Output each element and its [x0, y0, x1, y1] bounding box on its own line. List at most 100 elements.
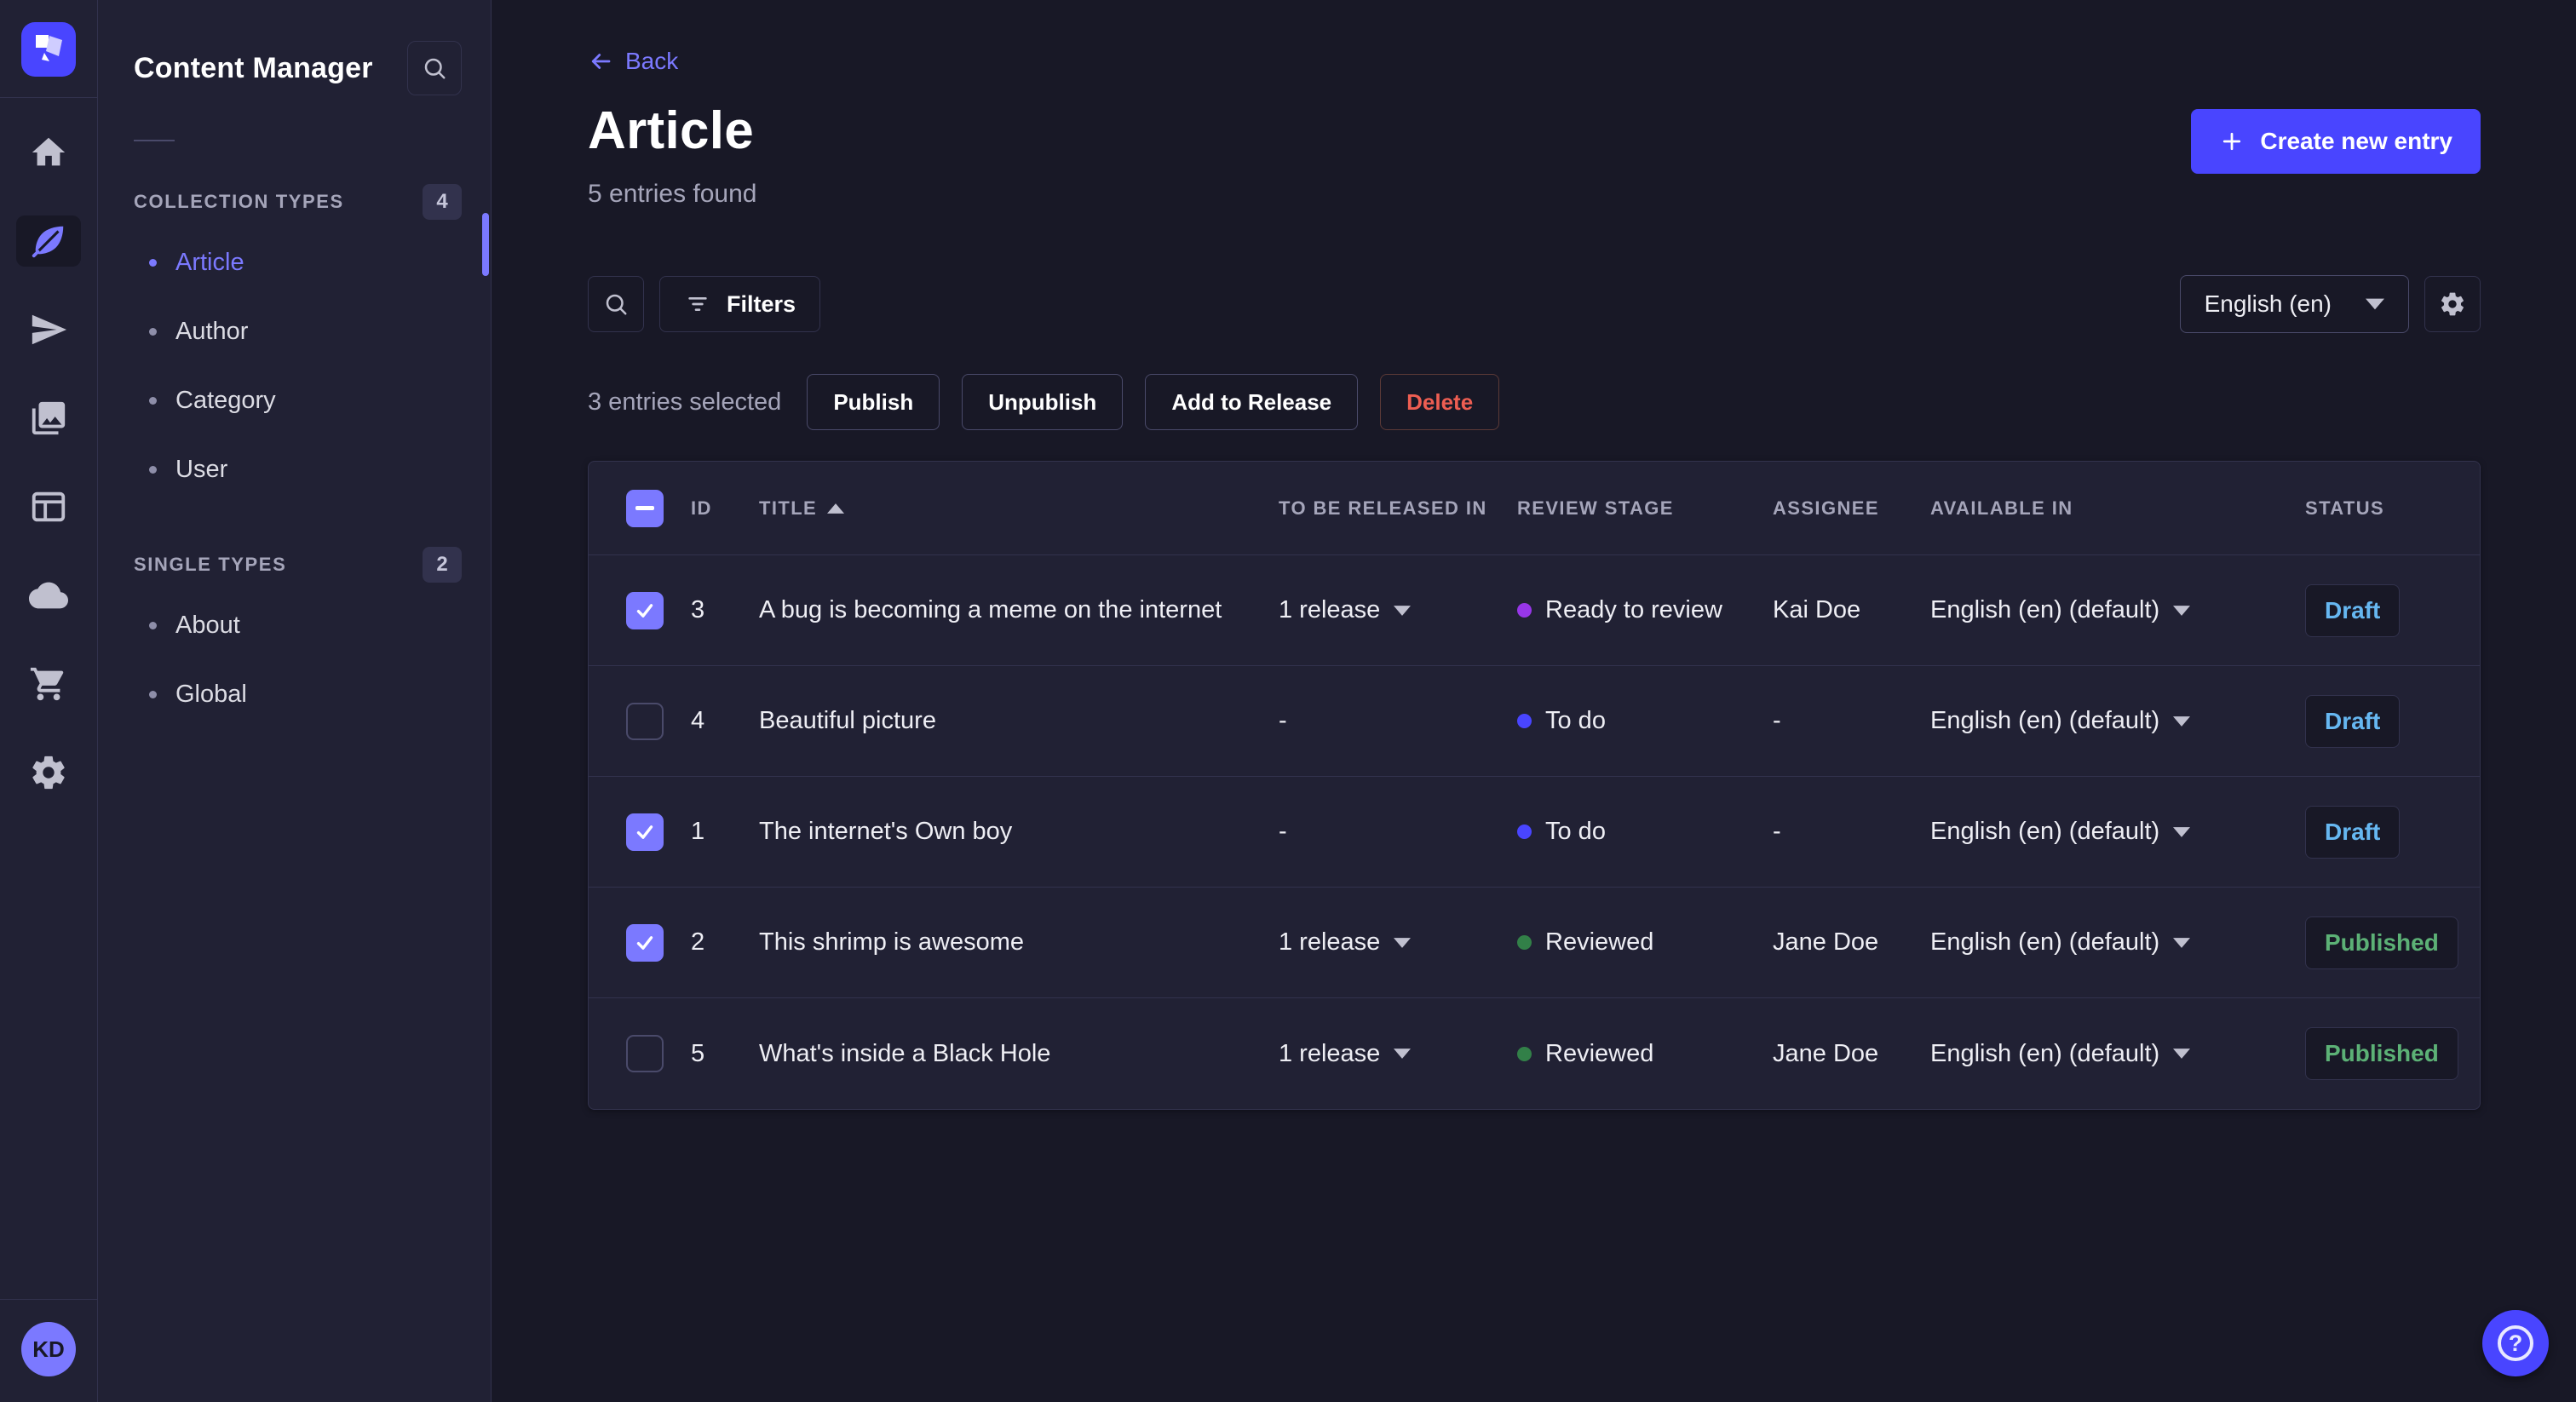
- content-manager-subnav: Content Manager COLLECTION TYPES 4 Artic…: [98, 0, 492, 1402]
- selection-bar: 3 entries selected Publish Unpublish Add…: [588, 374, 2481, 430]
- cell-release[interactable]: 1 release: [1279, 1040, 1517, 1068]
- user-avatar[interactable]: KD: [21, 1322, 76, 1376]
- cell-available-in[interactable]: English (en) (default): [1930, 1040, 2305, 1068]
- row-checkbox[interactable]: [626, 702, 664, 740]
- content-manager-icon[interactable]: [16, 215, 81, 267]
- search-icon: [606, 294, 627, 315]
- select-all-checkbox[interactable]: [626, 489, 664, 527]
- cell-title: Beautiful picture: [759, 707, 936, 734]
- strapi-logo[interactable]: [21, 22, 76, 77]
- publish-button[interactable]: Publish: [807, 374, 940, 430]
- sidebar-item-about[interactable]: About: [98, 591, 491, 660]
- subnav-title: Content Manager: [134, 51, 373, 84]
- cell-status: Draft: [2305, 805, 2480, 859]
- table-row[interactable]: 1 The internet's Own boy - To do - Engli…: [589, 777, 2480, 888]
- sort-ascending-icon: [827, 503, 845, 514]
- chevron-down-icon: [2366, 298, 2384, 310]
- back-link[interactable]: Back: [588, 48, 678, 75]
- row-checkbox[interactable]: [626, 1035, 664, 1072]
- table-row[interactable]: 2 This shrimp is awesome 1 release Revie…: [589, 888, 2480, 998]
- stage-dot: [1517, 935, 1532, 950]
- question-icon: ?: [2498, 1325, 2533, 1361]
- app-window: KD Content Manager COLLECTION TYPES 4 Ar…: [0, 0, 2576, 1402]
- locale-chevron-icon: [2173, 826, 2191, 837]
- row-checkbox[interactable]: [626, 813, 664, 851]
- sidebar-item-global[interactable]: Global: [98, 660, 491, 729]
- sidebar-item-author[interactable]: Author: [98, 297, 491, 366]
- cell-id: 5: [691, 1039, 705, 1067]
- cell-assignee: Jane Doe: [1773, 928, 1879, 956]
- cell-release[interactable]: -: [1279, 818, 1517, 846]
- column-header-title[interactable]: TITLE: [759, 497, 1279, 520]
- page-title: Article: [588, 101, 755, 160]
- cell-release[interactable]: 1 release: [1279, 596, 1517, 624]
- marketplace-icon[interactable]: [16, 658, 81, 710]
- table-row[interactable]: 5 What's inside a Black Hole 1 release R…: [589, 998, 2480, 1109]
- help-button[interactable]: ?: [2482, 1310, 2549, 1376]
- entries-table: ID TITLE TO BE RELEASED IN REVIEW STAGE …: [588, 461, 2481, 1110]
- cell-status: Draft: [2305, 694, 2480, 748]
- settings-icon[interactable]: [16, 747, 81, 798]
- table-row[interactable]: 4 Beautiful picture - To do - English (e…: [589, 666, 2480, 777]
- cell-available-in[interactable]: English (en) (default): [1930, 928, 2305, 957]
- bullet-icon: [149, 259, 157, 267]
- table-body: 3 A bug is becoming a meme on the intern…: [589, 555, 2480, 1109]
- subnav-divider: [134, 140, 175, 141]
- single-types-section: SINGLE TYPES 2 About Global: [98, 547, 491, 729]
- cell-assignee: -: [1773, 818, 1781, 845]
- single-types-label: SINGLE TYPES: [134, 554, 287, 575]
- gear-icon: [2441, 292, 2464, 316]
- main-nav-rail: KD: [0, 0, 98, 1402]
- sidebar-item-user[interactable]: User: [98, 435, 491, 504]
- cell-available-in[interactable]: English (en) (default): [1930, 596, 2305, 624]
- add-to-release-button[interactable]: Add to Release: [1145, 374, 1359, 430]
- bullet-icon: [149, 397, 157, 405]
- cell-id: 1: [691, 818, 705, 845]
- column-header-assignee[interactable]: ASSIGNEE: [1773, 497, 1930, 520]
- create-new-entry-button[interactable]: Create new entry: [2191, 109, 2481, 174]
- subnav-search-button[interactable]: [407, 41, 462, 95]
- view-settings-button[interactable]: [2424, 276, 2481, 332]
- cell-status: Draft: [2305, 583, 2480, 637]
- unpublish-button[interactable]: Unpublish: [962, 374, 1124, 430]
- column-header-release[interactable]: TO BE RELEASED IN: [1279, 497, 1517, 520]
- locale-chevron-icon: [2173, 715, 2191, 727]
- active-item-indicator: [482, 213, 489, 276]
- stage-dot: [1517, 825, 1532, 839]
- row-checkbox[interactable]: [626, 923, 664, 962]
- locale-select[interactable]: English (en): [2179, 275, 2409, 333]
- row-checkbox[interactable]: [626, 591, 664, 629]
- sidebar-item-article[interactable]: Article: [98, 228, 491, 297]
- cell-available-in[interactable]: English (en) (default): [1930, 707, 2305, 735]
- collection-types-section: COLLECTION TYPES 4 Article Author Catego…: [98, 184, 491, 504]
- rail-divider-bottom: [0, 1299, 97, 1300]
- cloud-icon[interactable]: [16, 570, 81, 621]
- cell-review-stage: To do: [1517, 818, 1773, 846]
- content-type-builder-icon[interactable]: [16, 481, 81, 532]
- column-header-available-in[interactable]: AVAILABLE IN: [1930, 497, 2305, 520]
- cell-title: This shrimp is awesome: [759, 928, 1025, 956]
- filters-button[interactable]: Filters: [659, 276, 821, 332]
- cell-id: 4: [691, 707, 705, 734]
- cell-release[interactable]: 1 release: [1279, 928, 1517, 957]
- cell-release[interactable]: -: [1279, 707, 1517, 735]
- deploy-icon[interactable]: [16, 304, 81, 355]
- search-button[interactable]: [588, 276, 644, 332]
- toolbar: Filters English (en): [588, 275, 2481, 333]
- column-header-status[interactable]: STATUS: [2305, 497, 2480, 520]
- column-header-review-stage[interactable]: REVIEW STAGE: [1517, 497, 1773, 520]
- status-badge: Published: [2305, 1027, 2458, 1080]
- delete-button[interactable]: Delete: [1380, 374, 1500, 430]
- single-types-count-badge: 2: [423, 547, 462, 583]
- sidebar-item-category[interactable]: Category: [98, 366, 491, 435]
- column-header-id[interactable]: ID: [691, 497, 759, 520]
- table-row[interactable]: 3 A bug is becoming a meme on the intern…: [589, 555, 2480, 666]
- main-content: Back Article 5 entries found Create new …: [492, 0, 2576, 1402]
- home-icon[interactable]: [16, 127, 81, 178]
- media-library-icon[interactable]: [16, 393, 81, 444]
- cell-available-in[interactable]: English (en) (default): [1930, 818, 2305, 846]
- entries-count: 5 entries found: [588, 180, 757, 208]
- bullet-icon: [149, 466, 157, 474]
- status-badge: Draft: [2305, 583, 2401, 637]
- locale-chevron-icon: [2173, 937, 2191, 948]
